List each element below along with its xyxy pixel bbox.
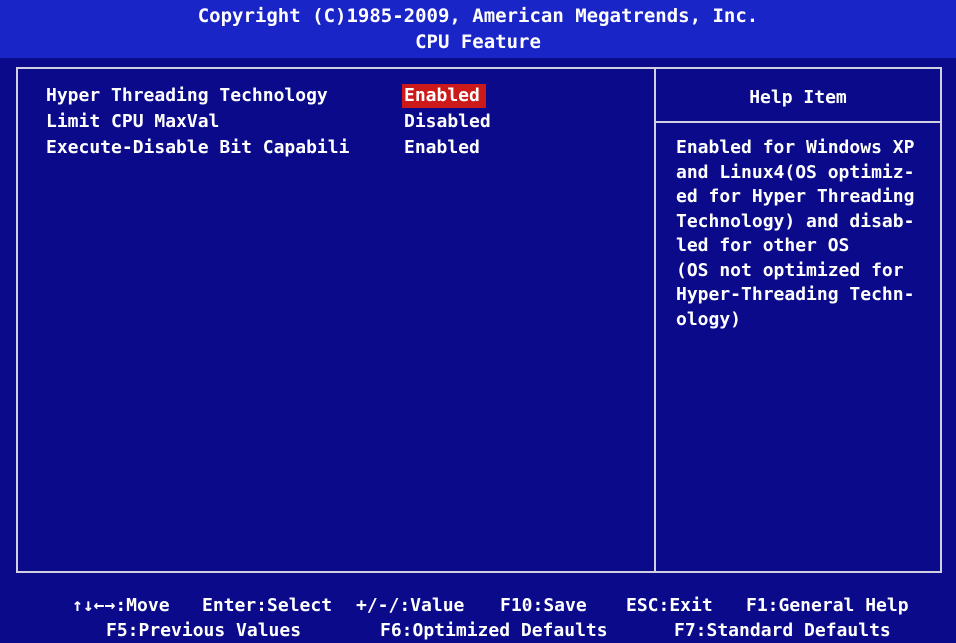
- help-line: ed for Hyper Threading: [676, 186, 915, 207]
- help-title: Help Item: [749, 87, 847, 108]
- key-move: ↑↓←→:Move: [72, 595, 170, 616]
- settings-list: Hyper Threading Technology Enabled Limit…: [46, 84, 646, 162]
- setting-execute-disable-bit[interactable]: Execute-Disable Bit Capabili Enabled: [46, 136, 646, 162]
- header-bar: Copyright (C)1985-2009, American Megatre…: [0, 0, 956, 58]
- help-line: led for other OS: [676, 235, 850, 256]
- footer-key-legend: ↑↓←→:Move Enter:Select +/-/:Value F10:Sa…: [0, 590, 956, 643]
- bios-screen: Copyright (C)1985-2009, American Megatre…: [0, 0, 956, 643]
- help-divider: [656, 121, 940, 123]
- setting-hyper-threading[interactable]: Hyper Threading Technology Enabled: [46, 84, 646, 110]
- copyright-text: Copyright (C)1985-2009, American Megatre…: [197, 5, 759, 27]
- help-text: Enabled for Windows XP and Linux4(OS opt…: [676, 136, 934, 332]
- setting-limit-cpu-maxval[interactable]: Limit CPU MaxVal Disabled: [46, 110, 646, 136]
- help-line: and Linux4(OS optimiz-: [676, 161, 915, 183]
- key-value: +/-/:Value: [356, 595, 465, 616]
- help-line: (OS not optimized for: [676, 259, 904, 281]
- setting-label: Limit CPU MaxVal: [46, 111, 220, 132]
- help-line: Enabled for Windows XP: [676, 137, 915, 158]
- setting-value[interactable]: Disabled: [402, 110, 497, 134]
- setting-label: Execute-Disable Bit Capabili: [46, 137, 350, 158]
- help-line: Technology) and disab-: [676, 210, 915, 232]
- panel-divider: [654, 67, 656, 573]
- setting-label: Hyper Threading Technology: [46, 85, 328, 106]
- key-standard-defaults: F7:Standard Defaults: [674, 620, 891, 641]
- help-line: ology): [676, 308, 742, 330]
- help-line: Hyper-Threading Techn-: [676, 284, 915, 305]
- key-previous-values: F5:Previous Values: [106, 620, 302, 641]
- key-general-help: F1:General Help: [746, 595, 909, 616]
- key-optimized-defaults: F6:Optimized Defaults: [380, 620, 608, 641]
- setting-value-selected[interactable]: Enabled: [402, 84, 486, 108]
- key-select: Enter:Select: [202, 595, 333, 616]
- setting-value[interactable]: Enabled: [402, 136, 486, 160]
- key-exit: ESC:Exit: [626, 595, 713, 616]
- key-save: F10:Save: [500, 595, 587, 616]
- page-title: CPU Feature: [415, 31, 541, 53]
